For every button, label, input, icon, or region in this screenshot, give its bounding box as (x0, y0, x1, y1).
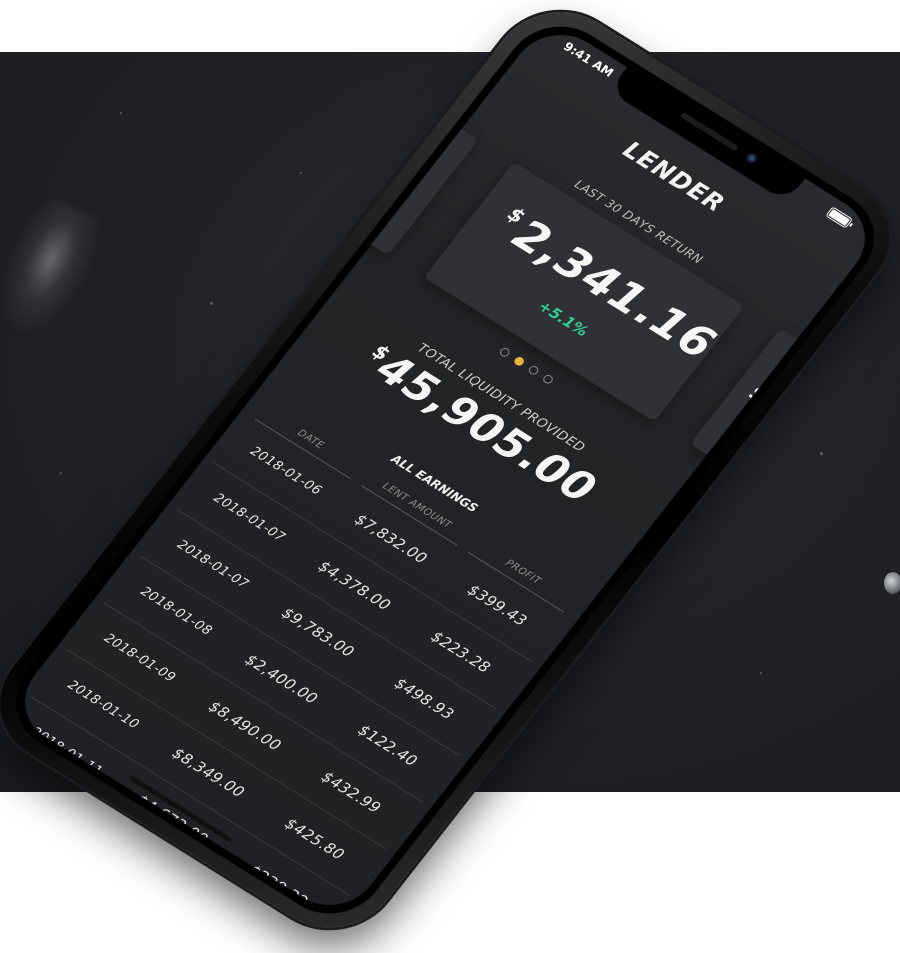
star-speck (820, 452, 823, 455)
planet-decoration (884, 572, 900, 594)
star-speck (760, 672, 762, 674)
nebula-decoration (0, 191, 111, 353)
star-speck (120, 112, 122, 114)
next-card-currency: $ (743, 381, 773, 409)
battery-icon (825, 206, 854, 229)
page-dot[interactable] (541, 373, 555, 386)
star-speck (210, 302, 213, 305)
star-speck (300, 172, 302, 174)
status-time: 9:41 AM (560, 39, 617, 80)
page-dot[interactable] (498, 346, 512, 359)
speaker-grille (679, 111, 740, 152)
camera-icon (744, 151, 760, 165)
page-dot[interactable] (527, 364, 541, 377)
page-dot-active[interactable] (512, 355, 526, 368)
star-speck (60, 472, 62, 474)
